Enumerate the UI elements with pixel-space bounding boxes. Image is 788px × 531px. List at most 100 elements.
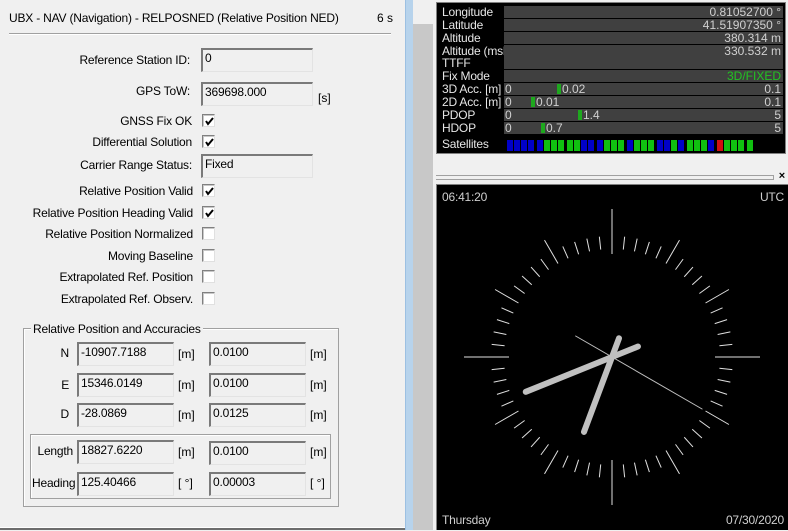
clock-tick [714, 319, 728, 325]
clock-tick [521, 275, 533, 286]
moving-baseline-checkbox[interactable] [202, 249, 215, 262]
clock-tick [675, 258, 684, 270]
clock-tick [562, 246, 569, 259]
satellite-indicator [738, 140, 744, 151]
vertical-scrollbar[interactable] [413, 0, 433, 530]
satellite-indicator [627, 140, 633, 151]
clock-timezone: UTC [759, 190, 784, 204]
clock-tick [705, 289, 730, 304]
clock-tick [699, 420, 711, 429]
window-splitter[interactable] [405, 0, 413, 530]
clock-tick [622, 464, 626, 478]
close-icon[interactable]: × [776, 170, 788, 182]
length-value-field[interactable]: 18827.6220 [77, 440, 174, 464]
north-label: N [60, 346, 70, 360]
clock-tick [710, 307, 723, 314]
title-divider [9, 33, 391, 35]
extrapolated-ref-position-label: Extrapolated Ref. Position [59, 270, 193, 284]
heading-unit: [ °] [178, 476, 193, 490]
clock-tick [633, 238, 638, 252]
analog-clock [464, 209, 760, 505]
satellite-indicator [731, 140, 737, 151]
carrier-range-status-field[interactable]: Fixed [201, 154, 313, 178]
right-dock: Longitude 0.81052700 ° Latitude 41.51907350… [433, 0, 788, 530]
satellite-indicator [717, 140, 723, 151]
relative-position-valid-label: Relative Position Valid [79, 184, 193, 198]
heading-accuracy-field[interactable]: 0.00003 [209, 472, 306, 496]
clock-tick [691, 428, 703, 439]
north-accuracy-field[interactable]: 0.0100 [209, 342, 306, 366]
bar-value: 0.7 [546, 121, 563, 134]
gps-tow-field[interactable]: 369698.000 [201, 82, 313, 106]
clock-tick [691, 275, 703, 286]
clock-tick [622, 236, 626, 250]
panel-title: UBX - NAV (Navigation) - RELPOSNED (Rela… [9, 11, 339, 25]
length-accuracy-field[interactable]: 0.0100 [209, 441, 306, 465]
satellite-indicator [671, 140, 677, 151]
status-bar-row: PDOP 0 1.4 5 [437, 108, 787, 122]
bar-max: 0.1 [764, 95, 781, 108]
gnss-fix-ok-checkbox[interactable] [202, 114, 215, 127]
clock-tick [513, 285, 525, 294]
bar-max: 5 [774, 108, 781, 121]
carrier-range-status-label: Carrier Range Status: [80, 158, 192, 172]
reference-station-id-field[interactable]: 0 [201, 48, 313, 72]
hour-hand [580, 335, 623, 435]
relative-position-valid-checkbox[interactable] [202, 184, 215, 197]
clock-tick [683, 436, 694, 448]
east-accuracy-unit: [m] [310, 378, 327, 392]
bar-value: 0.02 [562, 83, 586, 96]
clock-tick [521, 428, 533, 439]
clock-tick [633, 462, 638, 476]
clock-tick [683, 266, 694, 278]
satellite-indicator [551, 140, 557, 151]
clock-tick [493, 378, 507, 383]
relative-position-heading-valid-label: Relative Position Heading Valid [32, 206, 194, 220]
bar-min: 0 [505, 108, 512, 121]
clock-tick [675, 444, 684, 456]
clock-tick [501, 307, 514, 314]
gps-tow-unit: [s] [318, 91, 331, 105]
satellite-indicator [597, 140, 603, 151]
satellite-indicator [694, 140, 700, 151]
status-bar-row: 2D Acc. [m] 0 0.01 0.1 [437, 95, 787, 109]
down-value-field[interactable]: -28.0869 [77, 403, 174, 427]
status-row: Altitude (msl) 330.532 m [437, 44, 787, 58]
east-value-field[interactable]: 15346.0149 [77, 373, 174, 397]
clock-tick [496, 389, 510, 395]
bar-value: 1.4 [583, 108, 600, 121]
clock-tick [530, 266, 541, 278]
navigation-status-panel: Longitude 0.81052700 ° Latitude 41.51907350… [436, 2, 786, 154]
north-value-field[interactable]: -10907.7188 [77, 342, 174, 366]
bar-max: 5 [774, 121, 781, 134]
status-bar-label: HDOP [442, 120, 476, 135]
down-accuracy-field[interactable]: 0.0125 [209, 403, 306, 427]
north-unit: [m] [178, 347, 195, 361]
satellite-indicator [544, 140, 550, 151]
relative-position-heading-valid-checkbox[interactable] [202, 206, 215, 219]
heading-value-field[interactable]: 125.40466 [77, 472, 174, 496]
status-bar-track: 0 1.4 5 [504, 108, 783, 121]
down-unit: [m] [178, 408, 195, 422]
satellite-indicator [588, 140, 594, 151]
satellite-indicator [574, 140, 580, 151]
clock-panel: 06:41:20 UTC Thursday 07/30/2020 [436, 184, 788, 530]
extrapolated-ref-observ-label: Extrapolated Ref. Observ. [60, 292, 193, 306]
clock-tick [717, 331, 731, 336]
minute-hand [522, 343, 641, 395]
clock-tick [501, 400, 514, 407]
relative-position-normalized-label: Relative Position Normalized [45, 227, 193, 241]
east-accuracy-field[interactable]: 0.0100 [209, 373, 306, 397]
differential-solution-checkbox[interactable] [202, 135, 215, 148]
satellite-indicator [507, 140, 513, 151]
satellite-indicator [604, 140, 610, 151]
relative-position-normalized-checkbox[interactable] [202, 227, 215, 240]
dock-gripper[interactable] [436, 175, 774, 180]
satellite-indicator [747, 140, 753, 151]
extrapolated-ref-observ-checkbox[interactable] [202, 292, 215, 305]
extrapolated-ref-position-checkbox[interactable] [202, 270, 215, 283]
length-label: Length [37, 444, 73, 458]
clock-tick [496, 319, 510, 325]
clock-tick [705, 410, 730, 425]
bar-min: 0 [505, 121, 512, 134]
